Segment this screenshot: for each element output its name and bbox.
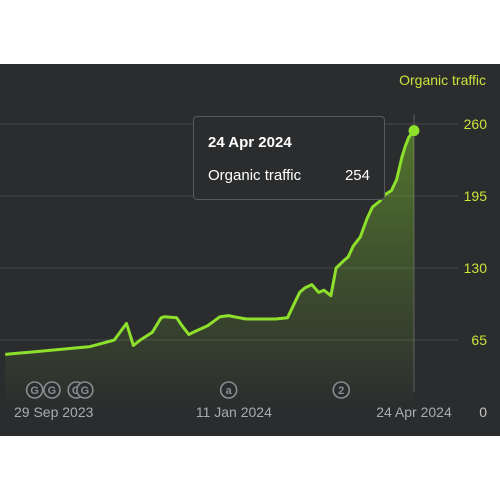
tooltip-value: 254 <box>344 167 370 184</box>
y-tick-label: 65 <box>471 332 487 348</box>
tooltip-series-name: Organic traffic <box>208 167 302 184</box>
annotation-label: G <box>48 385 57 397</box>
annotation-label: a <box>226 385 233 397</box>
x-axis-ticks: 29 Sep 2023 11 Jan 2024 24 Apr 2024 <box>14 404 452 420</box>
annotation-label: 2 <box>338 385 344 397</box>
annotation-label: G <box>30 385 39 397</box>
y-tick-label: 130 <box>464 260 488 276</box>
y-tick-label: 195 <box>464 188 488 204</box>
x-tick-label: 24 Apr 2024 <box>376 404 452 420</box>
legend-series-label: Organic traffic <box>399 72 486 88</box>
x-tick-label: 11 Jan 2024 <box>196 404 272 420</box>
y-tick-label: 0 <box>479 404 487 420</box>
organic-traffic-chart: 0 65 130 195 260 29 Sep 2023 11 Jan 2024 24 Ap… <box>0 64 500 436</box>
legend: Organic traffic <box>399 72 486 88</box>
x-tick-label: 29 Sep 2023 <box>14 404 94 420</box>
tooltip-date: 24 Apr 2024 <box>208 134 292 151</box>
data-tooltip: 24 Apr 2024 Organic traffic 254 <box>193 116 385 200</box>
annotation-label: G <box>81 385 90 397</box>
y-axis-ticks: 0 65 130 195 260 <box>464 116 488 420</box>
y-tick-label: 260 <box>464 116 488 132</box>
highlight-point <box>408 125 420 137</box>
